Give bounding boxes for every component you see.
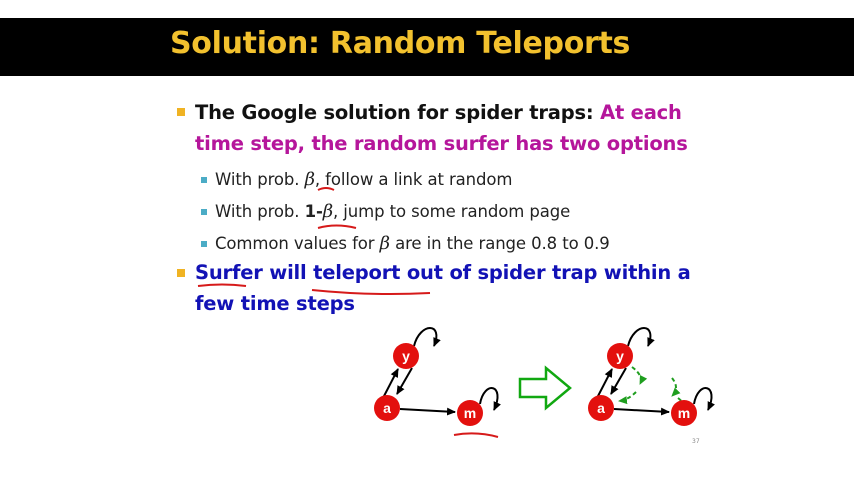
annotation-underline [453, 432, 499, 438]
node-label: y [402, 348, 410, 364]
teleport-edge [671, 377, 681, 397]
edge-y-a [396, 367, 413, 395]
page-number: 37 [692, 438, 700, 445]
teleport-edge [618, 391, 637, 405]
annotation-underline [197, 283, 247, 287]
node-label: a [597, 400, 605, 416]
right-outline-arrow-icon [518, 365, 572, 411]
annotation-underline [311, 289, 431, 295]
node-label: m [464, 405, 476, 421]
edge-a-m [613, 407, 670, 416]
edge-a-m [399, 407, 456, 416]
annotation-underline [317, 187, 335, 191]
graph-diagrams: y a m y a m [197, 187, 715, 438]
teleport-edge [631, 366, 648, 385]
self-loop [693, 387, 715, 411]
self-loop [627, 327, 655, 347]
left-graph: y a m [374, 327, 501, 426]
slide-body: The Google solution for spider traps: At… [0, 0, 854, 480]
node-label: a [383, 400, 391, 416]
self-loop [413, 327, 441, 347]
annotation-underline [317, 224, 357, 229]
self-loop [479, 387, 501, 411]
edge-a-y [382, 368, 399, 399]
right-graph: y a m [588, 327, 715, 426]
edge-y-a [610, 367, 627, 395]
edge-a-y [596, 368, 613, 399]
node-label: m [678, 405, 690, 421]
node-label: y [616, 348, 624, 364]
